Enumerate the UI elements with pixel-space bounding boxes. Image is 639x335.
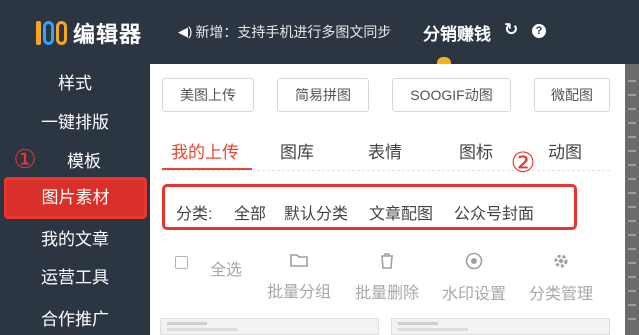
folder-icon [262, 252, 336, 274]
category-official-cover[interactable]: 公众号封面 [454, 200, 534, 224]
sidebar-item-partnership[interactable]: 合作推广 [0, 308, 150, 332]
category-prefix: 分类: [176, 206, 213, 223]
scrollbar-track [628, 80, 636, 320]
batch-delete-button[interactable]: 批量删除 [350, 252, 424, 303]
highlight-box-sidebar [4, 177, 147, 219]
sidebar-item-my-articles[interactable]: 我的文章 [0, 228, 150, 252]
sidebar-item-styles[interactable]: 样式 [0, 72, 150, 96]
logo-text: 编辑器 [73, 22, 143, 47]
image-thumbnail[interactable] [160, 318, 379, 335]
tab-my-uploads[interactable]: 我的上传 [171, 138, 239, 163]
tab-gifs[interactable]: 动图 [548, 138, 582, 163]
meitu-upload-button[interactable]: 美图上传 [162, 78, 254, 112]
category-article-images[interactable]: 文章配图 [369, 200, 433, 224]
select-all-checkbox[interactable] [175, 256, 188, 269]
speaker-icon: ◀) [178, 24, 193, 39]
tab-emoji[interactable]: 表情 [368, 138, 402, 163]
logo-mark-icon [36, 21, 67, 45]
simple-collage-button[interactable]: 简易拼图 [277, 78, 369, 112]
watermark-icon [437, 252, 511, 276]
help-icon[interactable]: ? [532, 24, 546, 38]
active-tab-underline [162, 168, 252, 170]
sidebar-item-operation-tools[interactable]: 运营工具 [0, 266, 150, 290]
news-ticker[interactable]: ◀) 新增：支持手机进行多图文同步 [178, 22, 400, 42]
gear-icon [524, 252, 598, 276]
refresh-icon[interactable]: ↻ [504, 20, 518, 40]
top-bar: 编辑器 ◀) 新增：支持手机进行多图文同步 分销赚钱 ↻ ? [0, 0, 639, 64]
tab-divider [162, 170, 610, 171]
fenxiao-link[interactable]: 分销赚钱 [423, 20, 491, 45]
watermark-settings-button[interactable]: 水印设置 [437, 252, 511, 304]
wei-peitu-button[interactable]: 微配图 [534, 78, 610, 112]
tab-gallery[interactable]: 图库 [280, 138, 314, 163]
watermark-settings-label: 水印设置 [441, 286, 506, 303]
annotation-number-2: ② [510, 147, 536, 178]
trash-icon [350, 252, 424, 275]
category-default[interactable]: 默认分类 [284, 200, 348, 224]
soogif-button[interactable]: SOOGIF动图 [392, 78, 511, 112]
select-all-label[interactable]: 全选 [210, 256, 242, 280]
tab-icons[interactable]: 图标 [459, 138, 493, 163]
logo[interactable]: 编辑器 [36, 18, 142, 48]
category-management-button[interactable]: 分类管理 [524, 252, 598, 304]
image-thumbnail[interactable] [391, 318, 610, 335]
sidebar-item-one-click-layout[interactable]: 一键排版 [0, 111, 150, 135]
news-text: 新增：支持手机进行多图文同步 [195, 24, 392, 40]
batch-group-button[interactable]: 批量分组 [262, 252, 336, 302]
category-management-label: 分类管理 [528, 286, 593, 303]
category-all[interactable]: 全部 [234, 200, 266, 224]
batch-group-label: 批量分组 [266, 284, 331, 301]
batch-delete-label: 批量删除 [354, 285, 419, 302]
annotation-number-1: ① [13, 144, 37, 174]
